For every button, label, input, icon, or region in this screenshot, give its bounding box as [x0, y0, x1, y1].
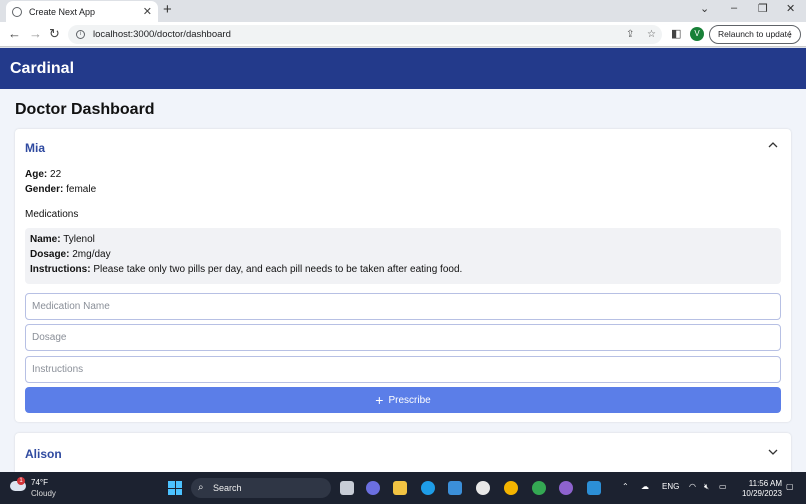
chrome-profile-icon[interactable] [532, 481, 546, 495]
browser-tabstrip: Create Next App ✕ + ⌄ – ❐ ✕ [0, 0, 806, 22]
task-view-icon[interactable] [340, 481, 354, 495]
github-desktop-icon[interactable] [559, 481, 573, 495]
dosage-input[interactable] [25, 324, 781, 351]
chevron-down-icon[interactable] [767, 446, 779, 458]
patient-name[interactable]: Mia [25, 141, 45, 155]
volume-muted-icon[interactable]: 🔇︎ [704, 482, 709, 492]
meet-icon[interactable] [366, 481, 380, 495]
patient-gender: Gender: female [25, 184, 97, 195]
forward-icon[interactable]: → [29, 26, 42, 42]
chevron-up-icon[interactable] [767, 139, 779, 151]
prescribe-button[interactable]: + Prescribe [25, 387, 781, 413]
chevron-up-icon[interactable]: ⌃ [622, 482, 629, 491]
side-panel-icon[interactable]: ◧ [671, 26, 681, 42]
medication-dosage: Dosage: 2mg/day [30, 249, 111, 260]
site-info-icon[interactable]: i [76, 30, 85, 39]
reload-icon[interactable]: ↻ [49, 26, 60, 42]
tab-title: Create Next App [29, 6, 96, 17]
notification-bell-icon[interactable]: ▢ [786, 482, 794, 491]
search-icon: ⌕ [198, 482, 204, 493]
new-tab-icon[interactable]: + [163, 2, 172, 18]
medication-instructions: Instructions: Please take only two pills… [30, 264, 463, 275]
relaunch-label: Relaunch to update [718, 29, 792, 39]
close-window-icon[interactable]: ✕ [786, 2, 795, 15]
cloud-sync-icon[interactable]: ☁ [641, 482, 649, 491]
bookmark-star-icon[interactable]: ☆ [647, 25, 656, 44]
browser-toolbar: ← → ↻ i localhost:3000/doctor/dashboard … [0, 22, 806, 47]
main-content: Doctor Dashboard Mia Age: 22 Gender: fem… [0, 89, 806, 472]
address-bar[interactable]: i localhost:3000/doctor/dashboard ⇪ ☆ [68, 25, 662, 44]
medication-name-input[interactable] [25, 293, 781, 320]
vscode-icon[interactable] [587, 481, 601, 495]
clock-date: 10/29/2023 [741, 489, 782, 498]
browser-tab[interactable]: Create Next App ✕ [6, 1, 158, 22]
store-icon[interactable] [448, 481, 462, 495]
url-text: localhost:3000/doctor/dashboard [93, 29, 231, 40]
system-clock[interactable]: 11:56 AM 10/29/2023 [738, 479, 782, 499]
profile-avatar[interactable]: V [690, 27, 704, 41]
brand-logo[interactable]: Cardinal [10, 60, 74, 78]
wifi-icon[interactable]: ◠ [689, 482, 696, 491]
language-indicator[interactable]: ENG [662, 482, 679, 491]
notification-badge: 1 [17, 477, 25, 485]
edge-icon[interactable] [421, 481, 435, 495]
taskbar-search[interactable]: ⌕ Search [191, 478, 331, 498]
plus-icon: + [375, 392, 384, 408]
minimize-icon[interactable]: – [731, 2, 737, 14]
instructions-input[interactable] [25, 356, 781, 383]
clock-time: 11:56 AM [748, 479, 782, 488]
file-explorer-icon[interactable] [393, 481, 407, 495]
patient-age: Age: 22 [25, 169, 62, 180]
patient-card: Mia Age: 22 Gender: female Medications N… [15, 129, 791, 422]
relaunch-button[interactable]: Relaunch to update ⋮ [709, 25, 801, 44]
alien-app-icon[interactable] [476, 481, 490, 495]
share-icon[interactable]: ⇪ [626, 25, 634, 44]
chrome-icon[interactable] [504, 481, 518, 495]
os-taskbar: 1 74°F Cloudy ⌕ Search ⌃ ☁ ENG ◠ 🔇︎ ▭ 11… [0, 472, 806, 504]
search-label: Search [213, 483, 242, 493]
menu-dots-icon[interactable]: ⋮ [786, 26, 795, 43]
chevron-down-icon[interactable]: ⌄ [700, 2, 709, 15]
page-title: Doctor Dashboard [15, 101, 155, 118]
back-icon[interactable]: ← [8, 26, 21, 42]
patient-card[interactable]: Alison [15, 433, 791, 472]
patient-name[interactable]: Alison [25, 447, 62, 461]
close-tab-icon[interactable]: ✕ [143, 5, 152, 18]
battery-icon[interactable]: ▭ [719, 482, 727, 491]
weather-temperature[interactable]: 74°F [31, 478, 48, 487]
globe-icon [12, 6, 22, 17]
medication-name: Name: Tylenol [30, 234, 95, 245]
app-header: Cardinal [0, 48, 806, 89]
maximize-icon[interactable]: ❐ [758, 2, 768, 15]
windows-start-icon[interactable] [168, 481, 182, 495]
weather-condition[interactable]: Cloudy [31, 489, 56, 498]
medications-heading: Medications [25, 209, 79, 220]
prescribe-label: Prescribe [388, 394, 431, 406]
medication-item: Name: Tylenol Dosage: 2mg/day Instructio… [25, 228, 781, 284]
